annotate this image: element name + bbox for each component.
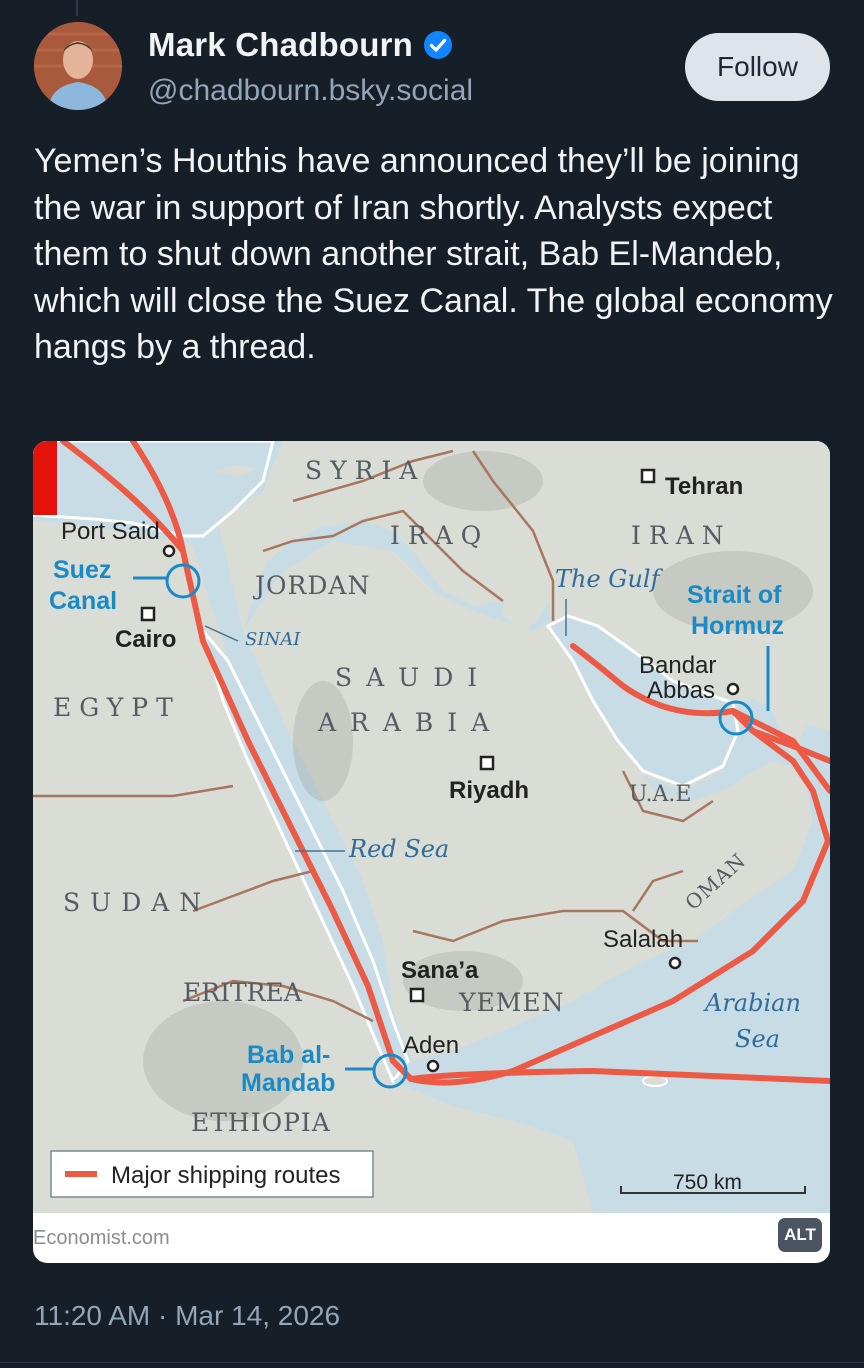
riyadh-marker: [479, 755, 495, 771]
label-salalah: Salalah: [603, 926, 683, 953]
image-embed[interactable]: SYRIA IRAQ IRAN JORDAN EGYPT SAUDI ARABI…: [33, 441, 830, 1263]
aden-marker: [426, 1059, 440, 1073]
label-eritrea: ERITREA: [183, 978, 303, 1007]
port-said-marker: [162, 544, 176, 558]
sanaa-marker: [409, 987, 425, 1003]
label-suez: Suez: [53, 556, 111, 584]
label-arabian: Arabian: [703, 989, 801, 1017]
label-hormuz: Hormuz: [691, 612, 784, 640]
divider: [0, 1362, 864, 1363]
label-uae: U.A.E: [629, 782, 691, 807]
label-egypt: EGYPT: [53, 693, 181, 722]
post-text: Yemen’s Houthis have announced they’ll b…: [34, 142, 833, 366]
verified-badge-icon: [423, 31, 452, 59]
follow-button[interactable]: Follow: [685, 33, 830, 101]
label-ethiopia: ETHIOPIA: [191, 1108, 331, 1137]
bandar-abbas-marker: [726, 682, 740, 696]
post-timestamp[interactable]: 11:20 AM · Mar 14, 2026: [34, 1300, 340, 1332]
label-syria: SYRIA: [305, 456, 425, 485]
label-yemen: YEMEN: [458, 988, 564, 1017]
label-the-gulf: The Gulf: [555, 565, 664, 593]
author-handle[interactable]: @chadbourn.bsky.social: [148, 74, 473, 108]
author-row: Mark Chadbourn: [148, 26, 453, 64]
label-sea: Sea: [735, 1025, 780, 1053]
image-source: Economist.com: [33, 1227, 170, 1249]
salalah-marker: [668, 956, 682, 970]
avatar[interactable]: [34, 22, 122, 110]
label-riyadh: Riyadh: [449, 777, 529, 804]
label-strait-of: Strait of: [687, 581, 782, 609]
label-mandab: Mandab: [241, 1069, 335, 1097]
label-iran: IRAN: [631, 521, 732, 550]
label-aden: Aden: [403, 1032, 459, 1059]
legend-label: Major shipping routes: [111, 1162, 340, 1189]
map-legend: Major shipping routes: [50, 1150, 374, 1198]
socotra-island: [642, 1075, 668, 1087]
alt-button[interactable]: ALT: [778, 1218, 822, 1252]
label-jordan: JORDAN: [252, 571, 370, 600]
scale-label: 750 km: [673, 1171, 742, 1194]
label-cairo: Cairo: [115, 626, 176, 653]
label-tehran: Tehran: [665, 473, 743, 500]
cairo-marker: [140, 606, 156, 622]
avatar-photo: [34, 22, 122, 110]
label-arabia: ARABIA: [317, 708, 503, 737]
tehran-marker: [640, 468, 656, 484]
thread-connector: [76, 0, 78, 16]
label-sanaa: Sana’a: [401, 957, 479, 984]
label-saudi: SAUDI: [335, 663, 491, 692]
shipping-routes-map[interactable]: SYRIA IRAQ IRAN JORDAN EGYPT SAUDI ARABI…: [33, 441, 830, 1213]
label-red-sea: Red Sea: [348, 835, 449, 863]
label-canal: Canal: [49, 587, 117, 615]
economist-red-tag: [33, 441, 57, 515]
label-abbas: Abbas: [647, 677, 715, 704]
label-port-said: Port Said: [61, 518, 160, 545]
label-sinai: SINAI: [245, 629, 301, 650]
label-sudan: SUDAN: [63, 888, 211, 917]
label-bab-al: Bab al-: [247, 1041, 330, 1069]
label-bandar: Bandar: [639, 652, 716, 679]
author-display-name[interactable]: Mark Chadbourn: [148, 26, 413, 64]
label-iraq: IRAQ: [390, 521, 489, 550]
